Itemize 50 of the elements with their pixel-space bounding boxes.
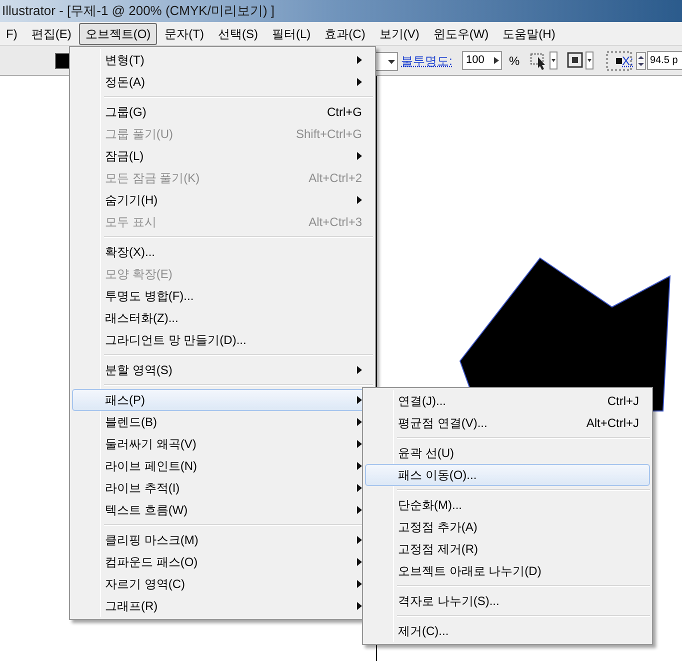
submenu-arrow-icon bbox=[357, 78, 362, 86]
submenu-arrow-icon bbox=[357, 536, 362, 544]
menu-item[interactable]: 효과(C) bbox=[318, 22, 372, 44]
menu-item[interactable]: 필터(L) bbox=[266, 22, 317, 44]
menu-item[interactable]: 잠금(L) bbox=[72, 145, 373, 167]
align-box-icon[interactable] bbox=[566, 51, 594, 71]
menu-item[interactable]: F) bbox=[0, 22, 24, 44]
x-value: 94.5 p bbox=[650, 54, 678, 68]
menu-item[interactable]: 정돈(A) bbox=[72, 71, 373, 93]
menu-item[interactable]: 확장(X)... bbox=[72, 241, 373, 263]
menu-item[interactable]: 숨기기(H) bbox=[72, 189, 373, 211]
menu-item[interactable]: 그룹(G) Ctrl+G bbox=[72, 101, 373, 123]
submenu-arrow-icon bbox=[357, 56, 362, 64]
window-title: Illustrator - [무제-1 @ 200% (CMYK/미리보기) ] bbox=[2, 2, 275, 20]
caret-icon[interactable] bbox=[494, 57, 499, 64]
menu-item[interactable]: 분할 영역(S) bbox=[72, 359, 373, 381]
submenu-arrow-icon bbox=[357, 484, 362, 492]
selection-cursor-icon[interactable] bbox=[530, 51, 558, 71]
submenu-arrow-icon bbox=[357, 506, 362, 514]
submenu-arrow-icon bbox=[357, 602, 362, 610]
submenu-arrow-icon bbox=[357, 196, 362, 204]
caret-icon bbox=[388, 60, 395, 64]
submenu-arrow-icon bbox=[357, 396, 362, 404]
submenu-arrow-icon bbox=[357, 558, 362, 566]
submenu-arrow-icon bbox=[357, 418, 362, 426]
x-field[interactable]: 94.5 p bbox=[647, 51, 682, 70]
menu-item[interactable]: 래스터화(Z)... bbox=[72, 307, 373, 329]
menu-item[interactable]: 변형(T) bbox=[72, 49, 373, 71]
menu-item[interactable]: 편집(E) bbox=[25, 22, 78, 44]
opacity-value: 100 bbox=[466, 53, 484, 68]
menu-item[interactable]: 그라디언트 망 만들기(D)... bbox=[72, 329, 373, 351]
menu-item[interactable]: 문자(T) bbox=[158, 22, 210, 44]
submenu-arrow-icon bbox=[357, 152, 362, 160]
menu-item[interactable]: 윈도우(W) bbox=[427, 22, 495, 44]
menu-item[interactable]: 제거(C)... bbox=[365, 620, 650, 642]
submenu-arrow-icon bbox=[357, 462, 362, 470]
menu-item[interactable]: 투명도 병합(F)... bbox=[72, 285, 373, 307]
menu-item[interactable]: 오브젝트(O) bbox=[79, 22, 157, 44]
percent-label: % bbox=[509, 53, 520, 70]
spinner-icon[interactable] bbox=[636, 52, 646, 70]
submenu-arrow-icon bbox=[357, 440, 362, 448]
opacity-link[interactable]: 불투명도: bbox=[401, 52, 452, 70]
menu-item[interactable]: 패스 이동(O)... bbox=[365, 464, 650, 486]
menu-item[interactable]: 선택(S) bbox=[212, 22, 264, 44]
opacity-field[interactable]: 100 bbox=[462, 51, 502, 70]
menu-item[interactable]: 보기(V) bbox=[373, 22, 426, 44]
submenu-arrow-icon bbox=[357, 580, 362, 588]
menu-item[interactable]: 도움말(H) bbox=[496, 22, 562, 44]
reference-point-icon[interactable] bbox=[605, 50, 633, 72]
submenu-arrow-icon bbox=[357, 366, 362, 374]
